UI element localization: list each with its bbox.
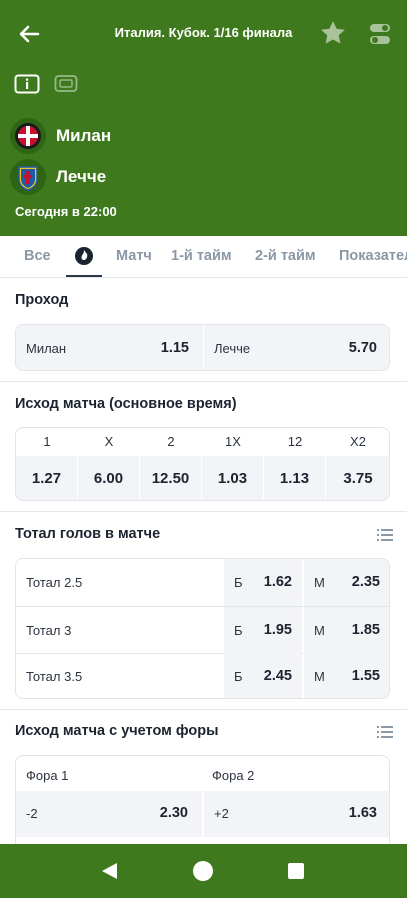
tab-first-half[interactable]: 1-й тайм xyxy=(171,248,232,264)
fire-icon xyxy=(75,247,93,265)
nav-home-button[interactable] xyxy=(192,860,214,882)
over-label: М xyxy=(314,669,325,684)
lecce-logo xyxy=(10,159,46,195)
outcome-card: 1 X 2 1X 12 X2 1.27 6.00 12.50 1.03 1.13… xyxy=(15,427,390,501)
over-label: М xyxy=(314,575,325,590)
divider xyxy=(0,381,407,382)
triangle-back-icon xyxy=(102,863,117,879)
over-odds: 1.85 xyxy=(351,622,380,638)
section-title-totals: Тотал голов в матче xyxy=(15,526,161,542)
list-view-icon[interactable] xyxy=(377,528,393,542)
toggle-icon xyxy=(370,24,390,44)
tab-match[interactable]: Матч xyxy=(116,248,152,264)
top-bar: Италия. Кубок. 1/16 финала xyxy=(0,12,407,56)
section-title-handicap: Исход матча с учетом форы xyxy=(15,723,219,739)
outcome-odds[interactable]: 1.13 xyxy=(264,456,325,500)
outcome-header: X xyxy=(104,434,114,449)
star-icon xyxy=(321,21,345,44)
system-nav-bar xyxy=(0,844,407,898)
handicap-header: Фора 2 xyxy=(212,768,255,783)
handicap-value: -2 xyxy=(26,806,38,821)
under-odds: 2.45 xyxy=(263,668,292,684)
match-time: Сегодня в 22:00 xyxy=(15,204,117,219)
total-label: Тотал 3.5 xyxy=(26,669,83,684)
total-over-cell[interactable]: М 2.35 xyxy=(304,559,389,606)
square-recents-icon xyxy=(288,863,304,879)
option-label: Лечче xyxy=(214,341,251,356)
totals-card: Тотал 2.5 Б 1.62 М 2.35 Тотал 3 Б 1.95 М… xyxy=(15,558,390,699)
outcome-header: 1 xyxy=(43,434,51,449)
handicap-header: Фора 1 xyxy=(26,768,69,783)
outcome-odds[interactable]: 12.50 xyxy=(140,456,201,500)
circle-home-icon xyxy=(193,861,213,881)
outcome-odds[interactable]: 3.75 xyxy=(326,456,389,500)
market-tabs: Все Матч 1-й тайм 2-й тайм Показатели xyxy=(0,236,407,278)
section-title-pass: Проход xyxy=(15,292,69,308)
pass-option-away[interactable]: Лечче 5.70 xyxy=(204,325,389,370)
active-tab-indicator xyxy=(66,275,102,277)
total-row: Тотал 3 Б 1.95 М 1.85 xyxy=(16,607,389,654)
outcome-odds[interactable]: 6.00 xyxy=(78,456,139,500)
option-odds: 5.70 xyxy=(348,340,377,356)
divider xyxy=(0,709,407,710)
option-label: Милан xyxy=(26,341,67,356)
total-label: Тотал 3 xyxy=(26,623,72,638)
outcome-header: X2 xyxy=(350,434,366,449)
outcome-odds[interactable]: 1.27 xyxy=(16,456,77,500)
nav-back-button[interactable] xyxy=(98,860,120,882)
pass-option-home[interactable]: Милан 1.15 xyxy=(16,325,203,370)
handicap-home-cell[interactable]: -2 2.30 xyxy=(16,791,202,837)
total-row: Тотал 2.5 Б 1.62 М 2.35 xyxy=(16,559,389,606)
option-odds: 1.15 xyxy=(160,340,189,356)
total-over-cell[interactable]: М 1.55 xyxy=(304,653,389,698)
tab-stats[interactable]: Показатели xyxy=(339,248,407,264)
team-name: Лечче xyxy=(56,167,107,186)
under-label: Б xyxy=(234,669,243,684)
nav-recents-button[interactable] xyxy=(285,860,307,882)
tv-icon[interactable] xyxy=(54,74,78,94)
total-under-cell[interactable]: Б 1.62 xyxy=(224,559,302,606)
team-name: Милан xyxy=(56,126,112,145)
pass-card: Милан 1.15 Лечче 5.70 xyxy=(15,324,390,371)
info-icon[interactable] xyxy=(14,74,40,94)
under-label: Б xyxy=(234,575,243,590)
section-title-outcome: Исход матча (основное время) xyxy=(15,396,237,412)
tab-all[interactable]: Все xyxy=(24,248,51,264)
under-odds: 1.62 xyxy=(263,574,292,590)
total-under-cell[interactable]: Б 2.45 xyxy=(224,653,302,698)
total-over-cell[interactable]: М 1.85 xyxy=(304,607,389,654)
over-odds: 2.35 xyxy=(351,574,380,590)
tab-second-half[interactable]: 2-й тайм xyxy=(255,248,316,264)
outcome-header: 12 xyxy=(287,434,303,449)
milan-logo xyxy=(10,118,46,154)
match-header: Италия. Кубок. 1/16 финала Милан Лечче С… xyxy=(0,0,407,236)
handicap-odds: 1.63 xyxy=(348,805,377,821)
divider xyxy=(0,511,407,512)
handicap-card: Фора 1 Фора 2 -2 2.30 +2 1.63 xyxy=(15,755,390,855)
handicap-away-cell[interactable]: +2 1.63 xyxy=(204,791,389,837)
favorite-button[interactable] xyxy=(318,18,348,48)
total-label: Тотал 2.5 xyxy=(26,575,83,590)
over-odds: 1.55 xyxy=(351,668,380,684)
tab-popular[interactable] xyxy=(66,240,102,277)
settings-toggle-button[interactable] xyxy=(366,20,394,48)
outcome-header: 1X xyxy=(225,434,241,449)
over-label: М xyxy=(314,623,325,638)
total-row: Тотал 3.5 Б 2.45 М 1.55 xyxy=(16,653,389,698)
outcome-header: 2 xyxy=(167,434,175,449)
under-odds: 1.95 xyxy=(263,622,292,638)
total-under-cell[interactable]: Б 1.95 xyxy=(224,607,302,654)
list-view-icon[interactable] xyxy=(377,725,393,739)
outcome-odds[interactable]: 1.03 xyxy=(202,456,263,500)
under-label: Б xyxy=(234,623,243,638)
handicap-odds: 2.30 xyxy=(159,805,188,821)
handicap-value: +2 xyxy=(214,806,229,821)
